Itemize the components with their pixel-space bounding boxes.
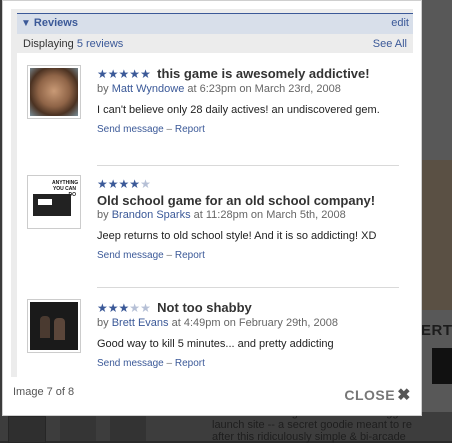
star-icon: ★ <box>140 67 151 81</box>
star-icon: ★ <box>140 177 151 191</box>
report-link[interactable]: Report <box>175 124 205 135</box>
review-author-link[interactable]: Brandon Sparks <box>112 209 191 221</box>
avatar-photo <box>30 68 78 116</box>
triangle-down-icon: ▼ <box>21 18 31 29</box>
send-message-link[interactable]: Send message <box>97 124 164 135</box>
background-thumbnail <box>60 416 96 441</box>
star-icon: ★ <box>107 301 119 315</box>
background-block <box>432 348 452 384</box>
star-rating: ★★★★★ <box>97 177 151 191</box>
see-all-link[interactable]: See All <box>373 38 407 50</box>
by-label: by <box>97 209 109 221</box>
displaying-label: Displaying <box>23 38 74 50</box>
avatar-figure <box>54 318 65 340</box>
review-meta: by Brandon Sparks at 11:28pm on March 5t… <box>97 209 399 221</box>
review-actions: Send message – Report <box>97 250 399 261</box>
star-rating: ★★★★★ <box>97 301 154 315</box>
review-divider <box>97 287 399 288</box>
avatar[interactable] <box>27 299 81 353</box>
review-author-link[interactable]: Brett Evans <box>112 317 169 329</box>
background-description-line: launch site -- a secret goodie meant to … <box>212 419 412 431</box>
close-button[interactable]: CLOSE ✖ <box>344 385 411 405</box>
review-title: Old school game for an old school compan… <box>97 193 376 208</box>
review-timestamp: at 6:23pm on March 23rd, 2008 <box>187 83 341 95</box>
review-meta: by Brett Evans at 4:49pm on February 29t… <box>97 317 399 329</box>
avatar-graphic <box>33 194 71 216</box>
avatar[interactable]: ANYTHING YOU CAN DO <box>27 175 81 229</box>
background-heading-fragment: ERT <box>421 322 452 339</box>
close-label: CLOSE <box>344 387 396 403</box>
separator: – <box>166 250 173 261</box>
star-icon: ★ <box>107 67 119 81</box>
avatar-photo <box>30 302 78 350</box>
star-icon: ★ <box>129 177 141 191</box>
star-icon: ★ <box>129 67 141 81</box>
review-text: Jeep returns to old school style! And it… <box>97 230 377 242</box>
review-text: I can't believe only 28 daily actives! a… <box>97 104 380 116</box>
star-icon: ★ <box>118 177 130 191</box>
send-message-link[interactable]: Send message <box>97 358 164 369</box>
star-icon: ★ <box>118 301 130 315</box>
edit-link[interactable]: edit <box>391 17 409 29</box>
review-title: Not too shabby <box>157 300 252 315</box>
close-x-icon: ✖ <box>397 387 411 404</box>
star-icon: ★ <box>97 177 108 191</box>
review-actions: Send message – Report <box>97 358 399 369</box>
review-body: ★★★★★ Not too shabby by Brett Evans at 4… <box>97 299 399 369</box>
review-meta: by Matt Wyndowe at 6:23pm on March 23rd,… <box>97 83 399 95</box>
avatar-figure <box>40 316 50 338</box>
report-link[interactable]: Report <box>175 250 205 261</box>
avatar[interactable] <box>27 65 81 119</box>
image-lightbox: ▼ Reviews edit Displaying 5 reviews See A… <box>2 0 422 416</box>
background-thumbnail <box>8 416 46 443</box>
star-rating: ★★★★★ <box>97 67 154 81</box>
review-timestamp: at 4:49pm on February 29th, 2008 <box>171 317 338 329</box>
background-thumbnail <box>110 416 146 441</box>
review-headline: ★★★★★ this game is awesomely addictive! <box>97 65 399 82</box>
review-actions: Send message – Report <box>97 124 399 135</box>
background-description-line: after this ridiculously simple & bi-arca… <box>212 431 406 443</box>
review-body: ★★★★★ Old school game for an old school … <box>97 175 399 261</box>
review-title: this game is awesomely addictive! <box>157 66 370 81</box>
report-link[interactable]: Report <box>175 358 205 369</box>
avatar-graphic-accent <box>38 199 52 205</box>
screenshot-image: ▼ Reviews edit Displaying 5 reviews See A… <box>11 9 413 377</box>
by-label: by <box>97 317 109 329</box>
star-icon: ★ <box>118 67 130 81</box>
send-message-link[interactable]: Send message <box>97 250 164 261</box>
reviews-header: ▼ Reviews edit <box>17 13 413 34</box>
reviews-count-link[interactable]: 5 reviews <box>77 38 123 50</box>
background-image-fragment <box>420 160 452 310</box>
star-icon: ★ <box>129 301 141 315</box>
review-author-link[interactable]: Matt Wyndowe <box>112 83 185 95</box>
reviews-subheader: Displaying 5 reviews See All <box>17 34 413 53</box>
star-icon: ★ <box>97 67 108 81</box>
reviews-title[interactable]: ▼ Reviews <box>21 17 78 29</box>
separator: – <box>166 124 173 135</box>
star-icon: ★ <box>97 301 108 315</box>
displaying-count: Displaying 5 reviews <box>23 38 123 50</box>
avatar-photo: ANYTHING YOU CAN DO <box>30 178 78 226</box>
reviews-title-label: Reviews <box>33 17 78 29</box>
separator: – <box>166 358 173 369</box>
star-icon: ★ <box>140 301 151 315</box>
image-caption: Image 7 of 8 <box>13 386 75 398</box>
by-label: by <box>97 83 109 95</box>
reviews-list: ★★★★★ this game is awesomely addictive! … <box>17 53 413 377</box>
star-icon: ★ <box>107 177 119 191</box>
review-headline: ★★★★★ Not too shabby <box>97 299 399 316</box>
review-headline: ★★★★★ <box>97 175 399 192</box>
review-timestamp: at 11:28pm on March 5th, 2008 <box>193 209 346 221</box>
review-body: ★★★★★ this game is awesomely addictive! … <box>97 65 399 135</box>
review-divider <box>97 165 399 166</box>
review-text: Good way to kill 5 minutes... and pretty… <box>97 338 334 350</box>
